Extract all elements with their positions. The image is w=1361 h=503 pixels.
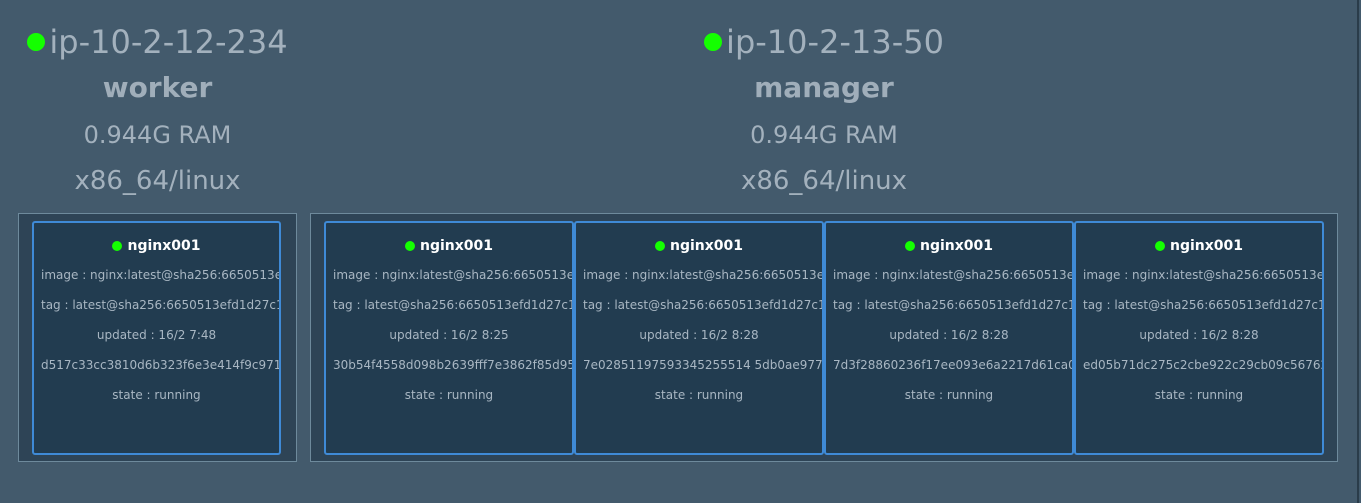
green-dot-icon — [904, 241, 915, 251]
task-card[interactable]: nginx001 image : nginx:latest@sha256:665… — [324, 221, 574, 455]
task-card[interactable]: nginx001 image : nginx:latest@sha256:665… — [1074, 221, 1324, 455]
task-id: 30b54f4558d098b2639fff7e3862f85d9592 — [333, 358, 572, 372]
task-updated: updated : 16/2 7:48 — [96, 328, 217, 342]
task-tag: tag : latest@sha256:6650513efd1d27c1f8a5… — [41, 298, 279, 312]
task-state: state : running — [1154, 388, 1244, 402]
task-tag: tag : latest@sha256:6650513efd1d27c1f8a5… — [1083, 298, 1322, 312]
node-panel-manager: nginx001 image : nginx:latest@sha256:665… — [310, 213, 1338, 462]
node-header-manager: ip-10-2-13-50 manager 0.944G RAM x86_64/… — [310, 0, 1338, 200]
task-state: state : running — [654, 388, 744, 402]
task-card[interactable]: nginx001 image : nginx:latest@sha256:665… — [574, 221, 824, 455]
task-card[interactable]: nginx001 image : nginx:latest@sha256:665… — [32, 221, 281, 455]
green-dot-icon — [404, 241, 415, 251]
green-dot-icon — [704, 33, 723, 51]
task-updated: updated : 16/2 8:28 — [1139, 328, 1259, 342]
green-dot-icon — [27, 33, 46, 51]
task-image: image : nginx:latest@sha256:6650513efd1d… — [333, 268, 572, 282]
task-name: nginx001 — [127, 238, 201, 254]
task-title: nginx001 — [34, 236, 279, 256]
task-tag: tag : latest@sha256:6650513efd1d27c1f8a5… — [583, 298, 822, 312]
task-title: nginx001 — [1076, 236, 1322, 256]
task-id: 7e02851197593345255514 5db0ae977f00 — [583, 358, 822, 372]
task-name: nginx001 — [919, 238, 993, 254]
task-state: state : running — [112, 388, 201, 402]
task-image: image : nginx:latest@sha256:6650513efd1d… — [833, 268, 1072, 282]
node-hostname-row: ip-10-2-12-234 — [18, 22, 297, 62]
node-header-worker: ip-10-2-12-234 worker 0.944G RAM x86_64/… — [18, 0, 297, 200]
task-tag: tag : latest@sha256:6650513efd1d27c1f8a5… — [833, 298, 1072, 312]
task-title: nginx001 — [826, 236, 1072, 256]
node-panel-worker: nginx001 image : nginx:latest@sha256:665… — [18, 213, 297, 462]
task-title: nginx001 — [326, 236, 572, 256]
task-updated: updated : 16/2 8:28 — [639, 328, 759, 342]
task-id: 7d3f28860236f17ee093e6a2217d61ca019 — [833, 358, 1072, 372]
task-updated: updated : 16/2 8:25 — [389, 328, 509, 342]
node-role: manager — [754, 71, 894, 104]
node-role: worker — [102, 71, 213, 104]
green-dot-icon — [112, 241, 123, 251]
task-image: image : nginx:latest@sha256:6650513efd1d… — [41, 268, 279, 282]
task-image: image : nginx:latest@sha256:6650513efd1d… — [583, 268, 822, 282]
task-name: nginx001 — [669, 238, 743, 254]
green-dot-icon — [654, 241, 665, 251]
task-updated: updated : 16/2 8:28 — [889, 328, 1009, 342]
scrollbar-edge[interactable] — [1357, 0, 1359, 503]
task-tag: tag : latest@sha256:6650513efd1d27c1f8a5… — [333, 298, 572, 312]
task-state: state : running — [404, 388, 494, 402]
task-image: image : nginx:latest@sha256:6650513efd1d… — [1083, 268, 1322, 282]
node-ram: 0.944G RAM — [83, 121, 232, 149]
node-arch: x86_64/linux — [740, 166, 908, 196]
task-name: nginx001 — [1169, 238, 1243, 254]
task-name: nginx001 — [419, 238, 493, 254]
task-state: state : running — [904, 388, 994, 402]
green-dot-icon — [1154, 241, 1165, 251]
task-card[interactable]: nginx001 image : nginx:latest@sha256:665… — [824, 221, 1074, 455]
task-id: ed05b71dc275c2cbe922c29cb09c567620 — [1083, 358, 1322, 372]
node-hostname: ip-10-2-12-234 — [49, 23, 288, 61]
node-ram: 0.944G RAM — [750, 121, 898, 149]
task-title: nginx001 — [576, 236, 822, 256]
node-hostname-row: ip-10-2-13-50 — [310, 22, 1338, 62]
node-arch: x86_64/linux — [74, 166, 241, 196]
task-id: d517c33cc3810d6b323f6e3e414f9c971e9 — [41, 358, 279, 372]
node-hostname: ip-10-2-13-50 — [726, 23, 944, 61]
